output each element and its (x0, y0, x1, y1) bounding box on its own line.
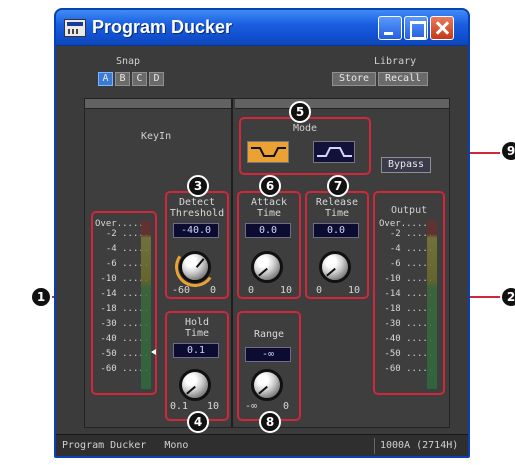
output-tick-label: -14 ..... (384, 289, 434, 299)
minimize-button[interactable] (378, 16, 402, 40)
range-max: 0 (282, 401, 290, 412)
output-tick-label: -6 ..... (389, 259, 434, 269)
release-label-line1: Release (315, 197, 359, 208)
mode-ducking-button[interactable] (247, 141, 289, 163)
attack-time-max: 10 (279, 285, 293, 296)
hold-time-label: Hold Time (165, 317, 229, 339)
detect-label-line2: Threshold (169, 208, 225, 219)
output-tick-label: -30 ..... (384, 319, 434, 329)
hold-time-min: 0.1 (169, 401, 189, 412)
release-label-line2: Time (324, 208, 350, 219)
status-left: Program Ducker Mono (62, 440, 189, 451)
detect-threshold-min: -60 (171, 285, 191, 296)
hold-time-max: 10 (206, 401, 220, 412)
hold-label-line1: Hold (184, 317, 210, 328)
bypass-button[interactable]: Bypass (381, 157, 431, 173)
close-button[interactable] (430, 16, 454, 40)
gate-curve-icon (317, 147, 352, 157)
output-tick-label: -18 ..... (384, 304, 434, 314)
keyin-section-strip (85, 99, 231, 109)
callout-badge-9: 9 (500, 140, 515, 162)
duck-curve-icon (251, 147, 286, 157)
status-right: 1000A (2714H) (380, 440, 459, 451)
app-icon (64, 19, 86, 37)
keyin-meter-bar (141, 221, 151, 389)
snap-a-button[interactable]: A (98, 72, 113, 86)
detect-threshold-value[interactable]: -40.0 (173, 223, 219, 238)
output-tick-label: -4 ..... (389, 244, 434, 254)
output-tick-label: -40 ..... (384, 334, 434, 344)
range-value[interactable]: -∞ (245, 347, 291, 362)
output-tick-label: -2 ..... (389, 229, 434, 239)
recall-button[interactable]: Recall (378, 72, 428, 86)
range-label: Range (253, 329, 285, 340)
attack-time-value[interactable]: 0.0 (245, 223, 291, 238)
detect-threshold-max: 0 (209, 285, 217, 296)
detect-threshold-label: Detect Threshold (165, 197, 229, 219)
callout-badge-4: 4 (187, 411, 209, 433)
release-time-max: 10 (347, 285, 361, 296)
output-tick-label: -50 ..... (384, 349, 434, 359)
snap-d-button[interactable]: D (149, 72, 164, 86)
keyin-label: KeyIn (141, 131, 172, 142)
hold-label-line2: Time (184, 328, 210, 339)
callout-badge-7: 7 (327, 175, 349, 197)
callout-badge-2: 2 (500, 286, 515, 308)
detect-label-line1: Detect (178, 197, 216, 208)
output-meter-bar (427, 221, 437, 389)
callout-badge-5: 5 (289, 101, 311, 123)
callout-badge-3: 3 (187, 175, 209, 197)
snap-label: Snap (116, 56, 141, 67)
detect-threshold-knob[interactable] (179, 251, 211, 283)
output-meter-scale: Over..... -2 ..... -4 ..... -6 ..... -10… (379, 219, 433, 374)
attack-time-label: Attack Time (237, 197, 301, 219)
release-time-knob[interactable] (319, 251, 351, 283)
main-panel: KeyIn Over..... -2 ..... -4 ..... -6 ...… (84, 98, 450, 433)
callout-badge-6: 6 (259, 175, 281, 197)
section-divider (231, 99, 233, 427)
range-min: -∞ (244, 401, 258, 412)
snap-b-button[interactable]: B (115, 72, 130, 86)
mode-gate-button[interactable] (313, 141, 355, 163)
window-title: Program Ducker (92, 17, 233, 37)
attack-time-knob[interactable] (251, 251, 283, 283)
snap-c-button[interactable]: C (132, 72, 147, 86)
maximize-button[interactable] (404, 16, 428, 40)
output-tick-label: -10 ..... (384, 274, 434, 284)
callout-badge-1: 1 (30, 286, 52, 308)
attack-time-min: 0 (247, 285, 255, 296)
release-time-min: 0 (315, 285, 323, 296)
output-tick-label: -60 ..... (384, 364, 434, 374)
callout-badge-8: 8 (259, 411, 281, 433)
status-separator (374, 438, 375, 454)
store-button[interactable]: Store (332, 72, 376, 86)
range-knob[interactable] (251, 369, 283, 401)
attack-label-line2: Time (256, 208, 282, 219)
status-bar: Program Ducker Mono 1000A (2714H) (56, 434, 468, 456)
hold-time-value[interactable]: 0.1 (173, 343, 219, 358)
output-tick-label: Over..... (379, 219, 428, 229)
mode-label: Mode (293, 123, 318, 134)
library-label: Library (374, 56, 417, 67)
title-bar[interactable]: Program Ducker (56, 10, 468, 46)
program-ducker-window: Program Ducker Snap A B C D Library Stor… (54, 8, 470, 458)
hold-time-knob[interactable] (179, 369, 211, 401)
release-time-label: Release Time (305, 197, 369, 219)
processor-section-strip (235, 99, 449, 109)
release-time-value[interactable]: 0.0 (313, 223, 359, 238)
attack-label-line1: Attack (250, 197, 288, 208)
threshold-marker-icon (151, 349, 156, 355)
